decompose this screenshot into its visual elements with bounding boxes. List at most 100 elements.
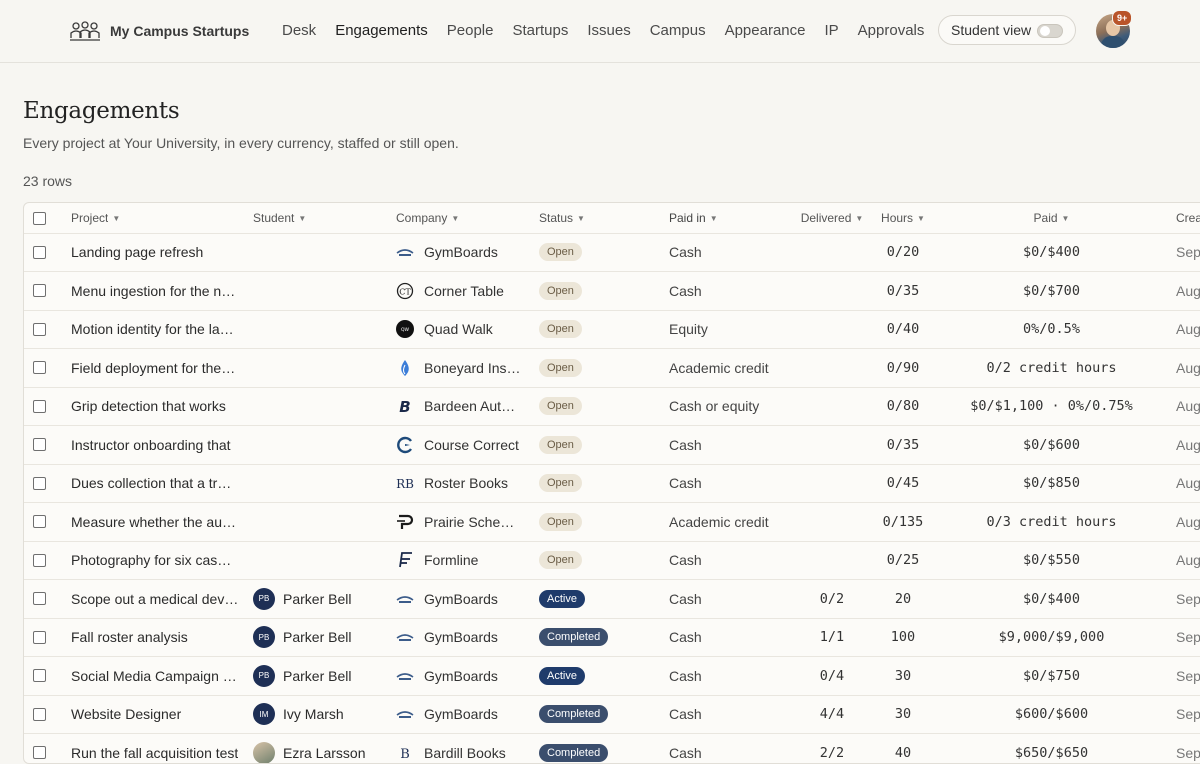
company-name[interactable]: GymBoards: [424, 706, 498, 722]
nav-item-startups[interactable]: Startups: [512, 20, 568, 42]
project-name[interactable]: Social Media Campaign Plan: [71, 668, 239, 684]
row-checkbox[interactable]: [33, 246, 46, 259]
company-name[interactable]: Formline: [424, 552, 478, 568]
table-row[interactable]: Website Designer IMIvy Marsh GymBoards C…: [24, 695, 1200, 734]
project-cell[interactable]: Photography for six case studies: [71, 541, 241, 579]
project-cell[interactable]: Measure whether the automated: [71, 503, 241, 541]
company-cell[interactable]: Prairie Scheduling: [396, 503, 531, 541]
header-company[interactable]: Company▼: [396, 203, 531, 233]
table-row[interactable]: Measure whether the automated Prairie Sc…: [24, 503, 1200, 542]
company-name[interactable]: GymBoards: [424, 668, 498, 684]
brand[interactable]: My Campus Startups: [70, 18, 249, 44]
row-checkbox[interactable]: [33, 515, 46, 528]
row-checkbox[interactable]: [33, 554, 46, 567]
company-cell[interactable]: GymBoards: [396, 233, 531, 271]
project-name[interactable]: Dues collection that a treasurer: [71, 475, 239, 491]
table-row[interactable]: Field deployment for the pilot Boneyard …: [24, 349, 1200, 388]
row-checkbox[interactable]: [33, 631, 46, 644]
select-all-checkbox[interactable]: [33, 212, 46, 225]
row-checkbox[interactable]: [33, 400, 46, 413]
company-cell[interactable]: CTCorner Table: [396, 272, 531, 310]
header-created[interactable]: Crea: [1176, 203, 1200, 233]
project-cell[interactable]: Run the fall acquisition test: [71, 734, 241, 764]
project-cell[interactable]: Instructor onboarding that: [71, 426, 241, 464]
project-cell[interactable]: Menu ingestion for the new: [71, 272, 241, 310]
project-name[interactable]: Website Designer: [71, 706, 181, 722]
header-paid[interactable]: Paid▼: [949, 203, 1154, 233]
company-cell[interactable]: Boneyard Instruments: [396, 349, 531, 387]
company-name[interactable]: GymBoards: [424, 244, 498, 260]
project-cell[interactable]: Scope out a medical device: [71, 580, 241, 618]
project-name[interactable]: Grip detection that works: [71, 398, 226, 414]
header-delivered[interactable]: Delivered▼: [794, 203, 870, 233]
project-cell[interactable]: Landing page refresh: [71, 233, 241, 271]
company-cell[interactable]: GymBoards: [396, 618, 531, 656]
header-project[interactable]: Project▼: [71, 203, 241, 233]
company-cell[interactable]: GymBoards: [396, 657, 531, 695]
project-name[interactable]: Run the fall acquisition test: [71, 745, 238, 761]
header-student[interactable]: Student▼: [253, 203, 383, 233]
table-row[interactable]: Scope out a medical device PBParker Bell…: [24, 580, 1200, 619]
project-cell[interactable]: Grip detection that works: [71, 387, 241, 425]
table-row[interactable]: Fall roster analysis PBParker Bell GymBo…: [24, 618, 1200, 657]
company-cell[interactable]: Formline: [396, 541, 531, 579]
toggle-switch[interactable]: [1037, 24, 1063, 38]
company-cell[interactable]: QWQuad Walk: [396, 310, 531, 348]
project-name[interactable]: Menu ingestion for the new: [71, 283, 239, 299]
row-checkbox[interactable]: [33, 669, 46, 682]
table-row[interactable]: Social Media Campaign Plan PBParker Bell…: [24, 657, 1200, 696]
table-row[interactable]: Grip detection that works BBardeen Autom…: [24, 387, 1200, 426]
project-cell[interactable]: Social Media Campaign Plan: [71, 657, 241, 695]
student-name[interactable]: Parker Bell: [283, 629, 351, 645]
table-row[interactable]: Menu ingestion for the new CTCorner Tabl…: [24, 272, 1200, 311]
company-name[interactable]: Prairie Scheduling: [424, 514, 522, 530]
student-name[interactable]: Parker Bell: [283, 591, 351, 607]
row-checkbox[interactable]: [33, 708, 46, 721]
company-cell[interactable]: GymBoards: [396, 580, 531, 618]
project-cell[interactable]: Motion identity for the launch: [71, 310, 241, 348]
row-checkbox[interactable]: [33, 361, 46, 374]
company-cell[interactable]: GymBoards: [396, 695, 531, 733]
student-name[interactable]: Ivy Marsh: [283, 706, 344, 722]
company-cell[interactable]: RBRoster Books: [396, 464, 531, 502]
company-name[interactable]: Course Correct: [424, 437, 519, 453]
table-row[interactable]: Landing page refresh GymBoards Open Cash…: [24, 233, 1200, 272]
nav-item-issues[interactable]: Issues: [587, 20, 630, 42]
company-name[interactable]: GymBoards: [424, 591, 498, 607]
project-cell[interactable]: Field deployment for the pilot: [71, 349, 241, 387]
table-row[interactable]: Dues collection that a treasurer RBRoste…: [24, 464, 1200, 503]
project-name[interactable]: Instructor onboarding that: [71, 437, 231, 453]
project-cell[interactable]: Website Designer: [71, 695, 241, 733]
nav-item-desk[interactable]: Desk: [282, 20, 316, 42]
company-cell[interactable]: Course Correct: [396, 426, 531, 464]
company-name[interactable]: Corner Table: [424, 283, 504, 299]
project-name[interactable]: Scope out a medical device: [71, 591, 239, 607]
row-checkbox[interactable]: [33, 477, 46, 490]
project-name[interactable]: Motion identity for the launch: [71, 321, 239, 337]
table-row[interactable]: Run the fall acquisition test Ezra Larss…: [24, 734, 1200, 764]
nav-item-engagements[interactable]: Engagements: [335, 20, 428, 42]
company-name[interactable]: Boneyard Instruments: [424, 360, 522, 376]
nav-item-appearance[interactable]: Appearance: [725, 20, 806, 42]
company-cell[interactable]: BBardeen Automation: [396, 387, 531, 425]
nav-item-campus[interactable]: Campus: [650, 20, 706, 42]
header-hours[interactable]: Hours▼: [876, 203, 930, 233]
project-cell[interactable]: Fall roster analysis: [71, 618, 241, 656]
row-checkbox[interactable]: [33, 592, 46, 605]
nav-item-people[interactable]: People: [447, 20, 494, 42]
student-name[interactable]: Parker Bell: [283, 668, 351, 684]
row-checkbox[interactable]: [33, 438, 46, 451]
project-cell[interactable]: Dues collection that a treasurer: [71, 464, 241, 502]
company-name[interactable]: Bardill Books: [424, 745, 506, 761]
student-name[interactable]: Ezra Larsson: [283, 745, 365, 761]
company-name[interactable]: Roster Books: [424, 475, 508, 491]
nav-item-approvals[interactable]: Approvals: [858, 20, 925, 42]
notification-badge[interactable]: 9+: [1112, 10, 1132, 26]
table-row[interactable]: Motion identity for the launch QWQuad Wa…: [24, 310, 1200, 349]
student-view-toggle[interactable]: Student view: [938, 15, 1076, 45]
row-checkbox[interactable]: [33, 323, 46, 336]
project-name[interactable]: Landing page refresh: [71, 244, 203, 260]
header-status[interactable]: Status▼: [539, 203, 649, 233]
company-name[interactable]: Quad Walk: [424, 321, 493, 337]
company-name[interactable]: GymBoards: [424, 629, 498, 645]
